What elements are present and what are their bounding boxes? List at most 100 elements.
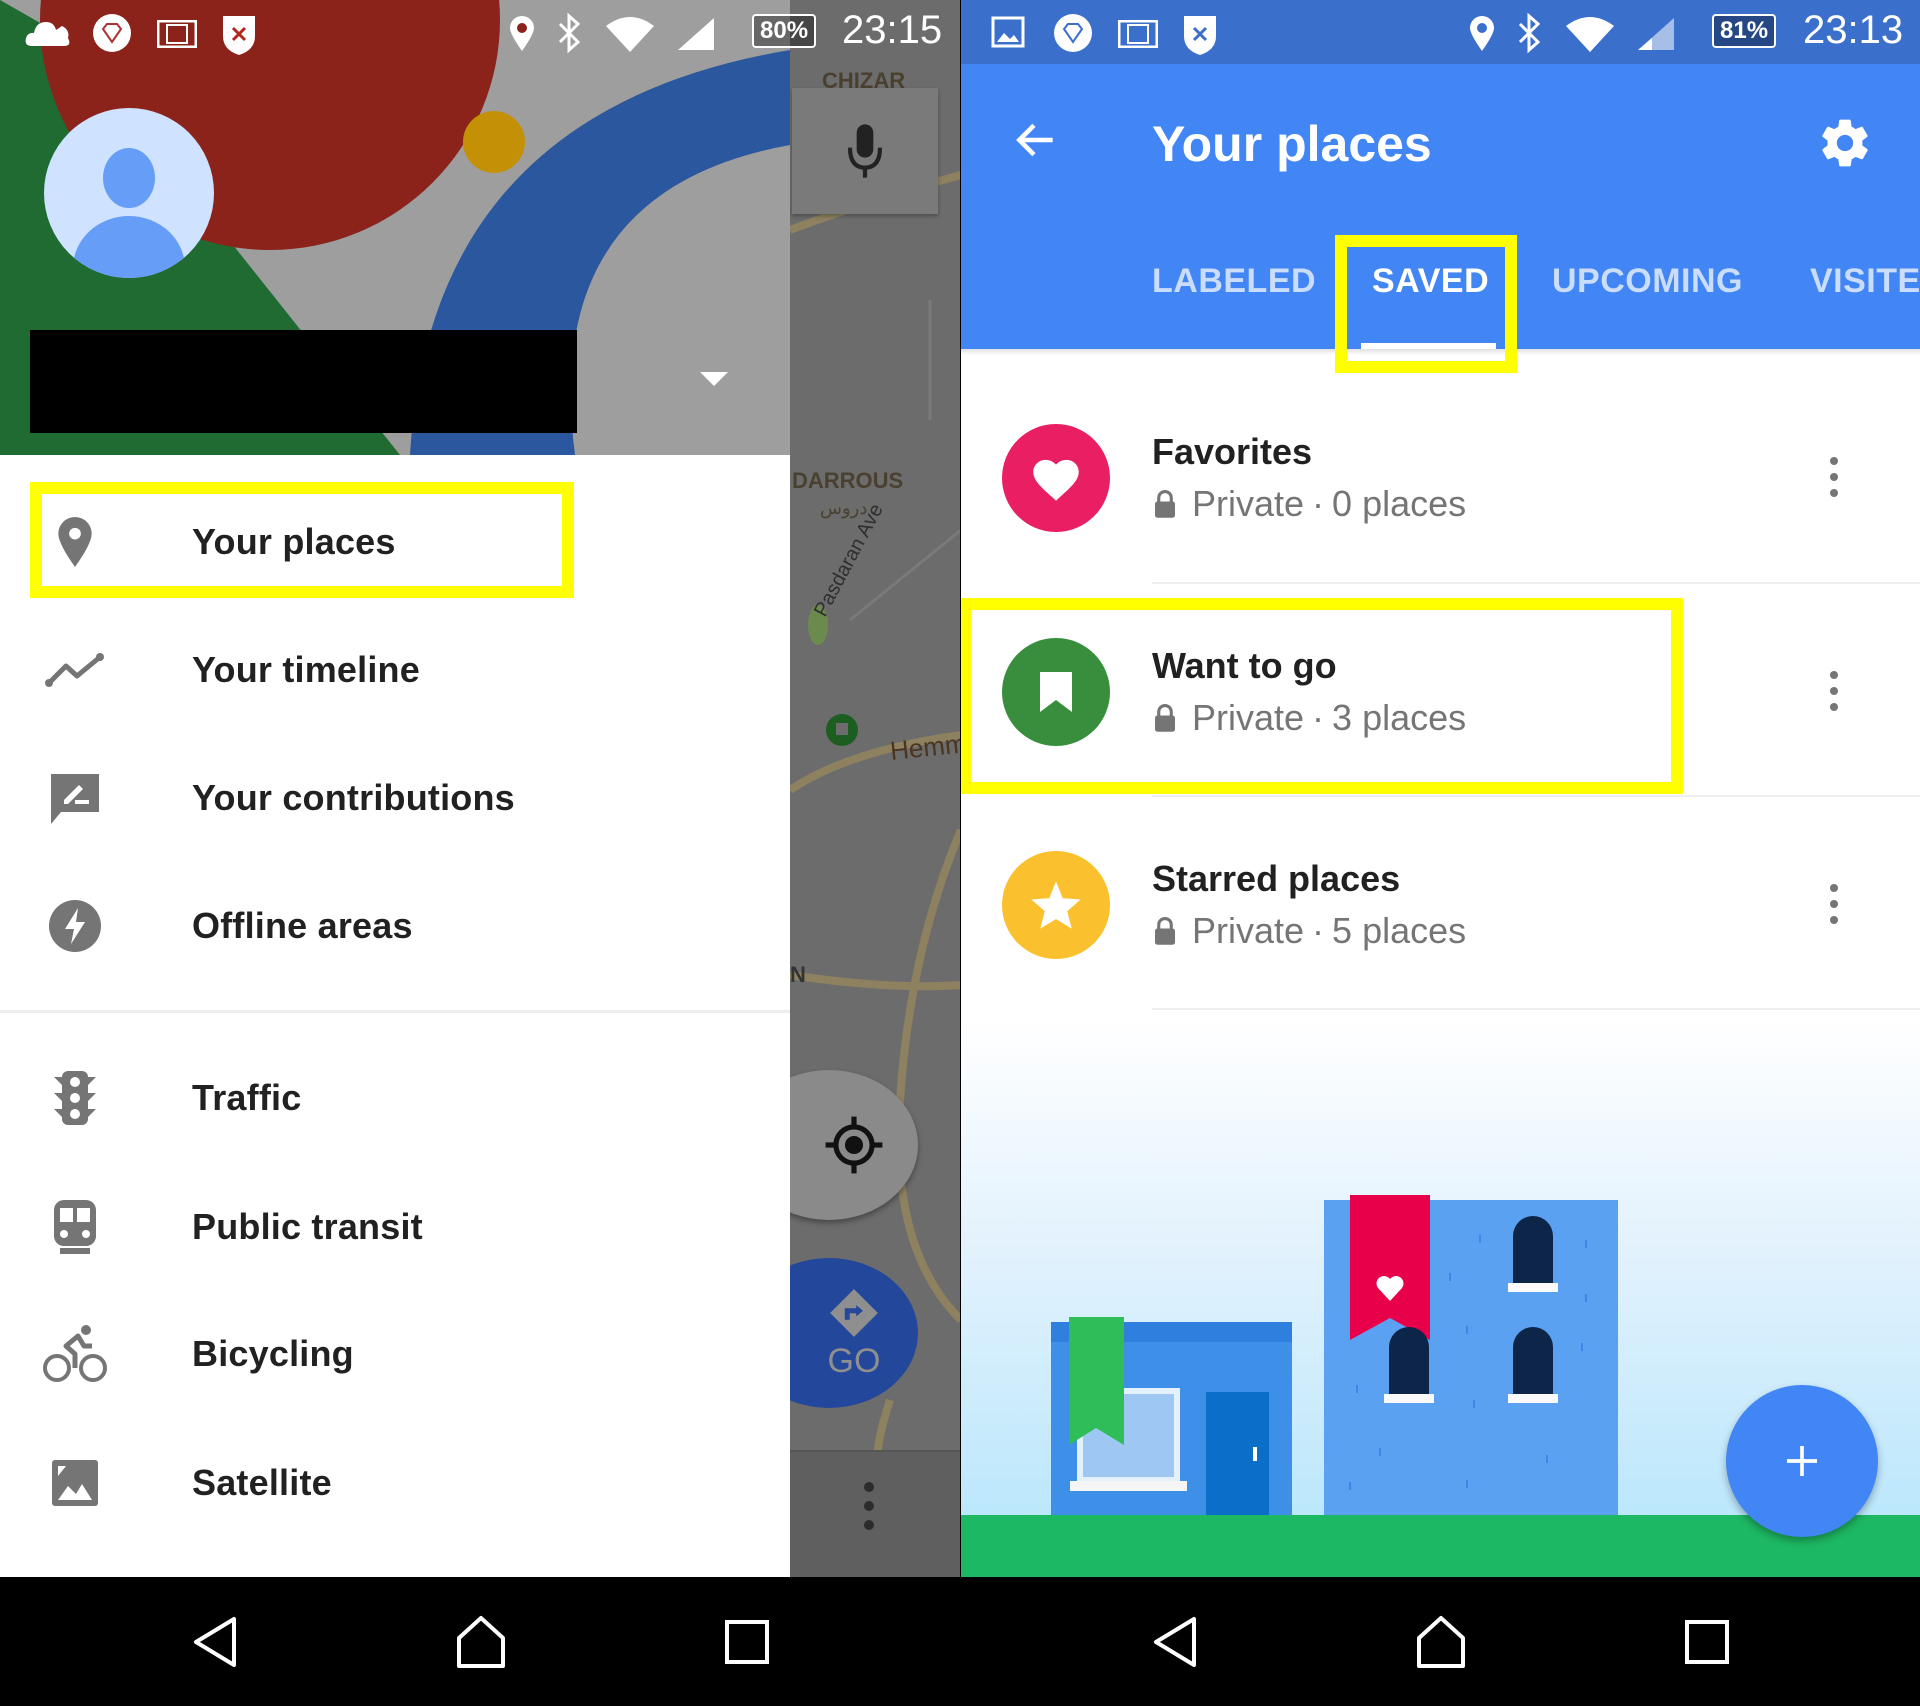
bicycle-icon bbox=[42, 1321, 108, 1387]
tab-labeled[interactable]: LABELED bbox=[1152, 262, 1316, 301]
place-count: 0 places bbox=[1332, 483, 1467, 524]
bluetooth-icon bbox=[558, 12, 581, 54]
more-options-button[interactable] bbox=[1819, 874, 1849, 934]
more-options-button[interactable] bbox=[1819, 447, 1849, 507]
list-title: Starred places bbox=[1152, 858, 1401, 899]
menu-divider bbox=[0, 1010, 790, 1013]
list-item-favorites[interactable]: Favorites Private · 0 places bbox=[961, 372, 1920, 582]
page-title: Your places bbox=[1152, 116, 1432, 172]
wifi-icon bbox=[606, 17, 654, 52]
home-icon bbox=[1417, 1616, 1465, 1668]
timeline-icon bbox=[42, 637, 108, 703]
menu-item-offline-areas[interactable]: Offline areas bbox=[0, 871, 790, 981]
map-background[interactable]: CHIZAR DARROUS دروس Pasdaran Ave Hemm N bbox=[790, 0, 960, 1577]
privacy-label: Private bbox=[1192, 910, 1305, 951]
menu-item-label: Satellite bbox=[192, 1462, 332, 1503]
right-status-bar: 81% 23:13 bbox=[961, 0, 1920, 64]
menu-item-label: Your places bbox=[192, 521, 396, 562]
recents-square-icon bbox=[1685, 1620, 1729, 1664]
back-triangle-icon bbox=[1154, 1617, 1196, 1667]
list-divider bbox=[1152, 582, 1920, 584]
signal-icon bbox=[1638, 18, 1674, 50]
add-list-fab[interactable] bbox=[1726, 1385, 1878, 1537]
list-item-starred-places[interactable]: Starred places Private · 5 places bbox=[961, 799, 1920, 1009]
menu-item-label: Public transit bbox=[192, 1206, 423, 1247]
film-icon bbox=[157, 20, 197, 48]
appbar-shadow bbox=[961, 349, 1920, 355]
list-subtitle: Private · 0 places bbox=[1152, 483, 1466, 525]
place-count: 5 places bbox=[1332, 910, 1467, 951]
left-screen-nav-drawer: CHIZAR DARROUS دروس Pasdaran Ave Hemm N bbox=[0, 0, 960, 1577]
default-avatar-icon bbox=[73, 148, 185, 278]
tab-visited[interactable]: VISITE bbox=[1810, 262, 1920, 301]
menu-item-label: Your contributions bbox=[192, 777, 515, 818]
app-bar: 81% 23:13 Your places LABELED SAVED UPCO… bbox=[961, 0, 1920, 349]
back-button[interactable] bbox=[1011, 115, 1061, 165]
place-pin-icon bbox=[42, 509, 108, 575]
map-bottom-sheet[interactable] bbox=[790, 1450, 960, 1577]
location-icon bbox=[1470, 16, 1494, 51]
separator: · bbox=[1312, 910, 1325, 951]
diamond-icon bbox=[93, 14, 131, 52]
separator: · bbox=[1312, 697, 1325, 738]
status-time: 23:15 bbox=[842, 8, 943, 52]
image-icon bbox=[991, 16, 1025, 48]
place-count: 3 places bbox=[1332, 697, 1467, 738]
menu-item-traffic[interactable]: Traffic bbox=[0, 1043, 790, 1153]
list-subtitle: Private · 5 places bbox=[1152, 910, 1466, 952]
battery-indicator: 80% bbox=[752, 14, 817, 48]
tab-saved[interactable]: SAVED bbox=[1372, 262, 1489, 301]
screenshot-root: CHIZAR DARROUS دروس Pasdaran Ave Hemm N bbox=[0, 0, 1920, 1706]
shield-x-icon bbox=[1184, 16, 1216, 55]
traffic-light-icon bbox=[42, 1065, 108, 1131]
more-options-icon[interactable] bbox=[862, 1482, 876, 1530]
nav-back-button[interactable] bbox=[1130, 1597, 1220, 1687]
left-status-bar: 80% 23:15 bbox=[0, 0, 960, 64]
right-screen-your-places: 81% 23:13 Your places LABELED SAVED UPCO… bbox=[961, 0, 1920, 1577]
list-icon-circle bbox=[1002, 851, 1110, 959]
menu-item-satellite[interactable]: Satellite bbox=[0, 1428, 790, 1538]
menu-item-your-places[interactable]: Your places bbox=[0, 487, 790, 597]
arrow-back-icon bbox=[1016, 123, 1053, 157]
gear-icon bbox=[1822, 119, 1868, 167]
separator: · bbox=[1312, 483, 1325, 524]
menu-item-your-contributions[interactable]: Your contributions bbox=[0, 743, 790, 853]
status-time: 23:13 bbox=[1803, 8, 1904, 52]
nav-back-button[interactable] bbox=[170, 1597, 260, 1687]
account-name-redacted bbox=[30, 330, 577, 433]
account-avatar[interactable] bbox=[44, 108, 214, 278]
menu-item-public-transit[interactable]: Public transit bbox=[0, 1172, 790, 1282]
map-label-darrous: DARROUS bbox=[792, 468, 904, 493]
contributions-icon bbox=[42, 765, 108, 831]
account-switcher-caret[interactable] bbox=[700, 372, 728, 386]
signal-icon bbox=[678, 18, 714, 50]
mic-button[interactable] bbox=[792, 88, 938, 214]
train-icon bbox=[42, 1194, 108, 1260]
list-subtitle: Private · 3 places bbox=[1152, 697, 1466, 739]
menu-item-bicycling[interactable]: Bicycling bbox=[0, 1299, 790, 1409]
drawer-menu: Your places Your timeline Your contribut… bbox=[0, 455, 790, 1577]
nav-recents-button[interactable] bbox=[1662, 1597, 1752, 1687]
heart-icon bbox=[1033, 459, 1079, 501]
menu-item-label: Offline areas bbox=[192, 905, 413, 946]
nav-home-button[interactable] bbox=[436, 1597, 526, 1687]
settings-button[interactable] bbox=[1817, 115, 1873, 171]
menu-item-label: Bicycling bbox=[192, 1333, 354, 1374]
location-icon bbox=[510, 16, 534, 51]
nav-home-button[interactable] bbox=[1396, 1597, 1486, 1687]
back-triangle-icon bbox=[194, 1617, 236, 1667]
offline-bolt-icon bbox=[42, 893, 108, 959]
privacy-label: Private bbox=[1192, 697, 1305, 738]
recents-square-icon bbox=[725, 1620, 769, 1664]
menu-item-your-timeline[interactable]: Your timeline bbox=[0, 615, 790, 725]
crosshair-location-icon bbox=[825, 1116, 883, 1174]
list-item-want-to-go[interactable]: Want to go Private · 3 places bbox=[961, 586, 1920, 796]
diamond-icon bbox=[1054, 14, 1092, 52]
menu-item-label: Your timeline bbox=[192, 649, 420, 690]
more-options-button[interactable] bbox=[1819, 661, 1849, 721]
privacy-label: Private bbox=[1192, 483, 1305, 524]
tab-upcoming[interactable]: UPCOMING bbox=[1552, 262, 1743, 301]
wifi-icon bbox=[1566, 17, 1614, 52]
microphone-icon bbox=[847, 124, 883, 178]
nav-recents-button[interactable] bbox=[702, 1597, 792, 1687]
